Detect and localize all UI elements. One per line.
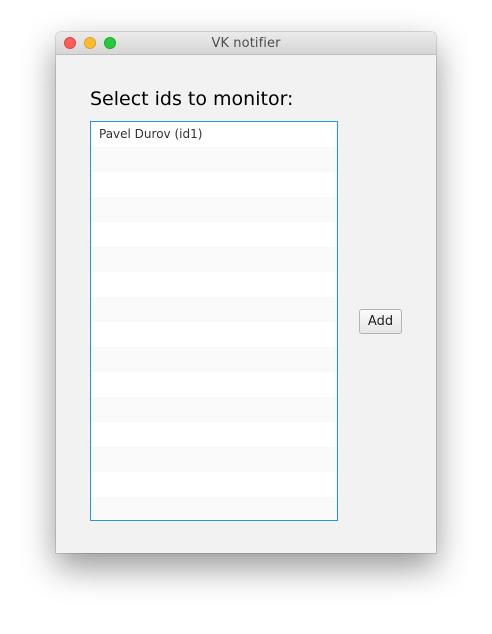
list-item[interactable]: Pavel Durov (id1) (91, 122, 337, 147)
page-heading: Select ids to monitor: (90, 88, 294, 110)
ids-list-rows: Pavel Durov (id1) (91, 122, 337, 520)
empty-list-row (91, 422, 337, 447)
empty-list-row (91, 397, 337, 422)
empty-list-row (91, 272, 337, 297)
empty-list-row (91, 172, 337, 197)
empty-list-row (91, 497, 337, 520)
empty-list-row (91, 372, 337, 397)
empty-list-row (91, 247, 337, 272)
ids-list[interactable]: Pavel Durov (id1) (90, 121, 338, 521)
empty-list-row (91, 147, 337, 172)
empty-list-row (91, 347, 337, 372)
empty-list-row (91, 197, 337, 222)
empty-list-row (91, 322, 337, 347)
title-bar[interactable]: VK notifier (56, 32, 436, 55)
window-title: VK notifier (211, 36, 281, 51)
empty-list-row (91, 447, 337, 472)
empty-list-row (91, 472, 337, 497)
empty-list-row (91, 222, 337, 247)
empty-list-row (91, 297, 337, 322)
app-window: VK notifier Select ids to monitor: Pavel… (56, 32, 436, 553)
add-button[interactable]: Add (359, 309, 402, 334)
